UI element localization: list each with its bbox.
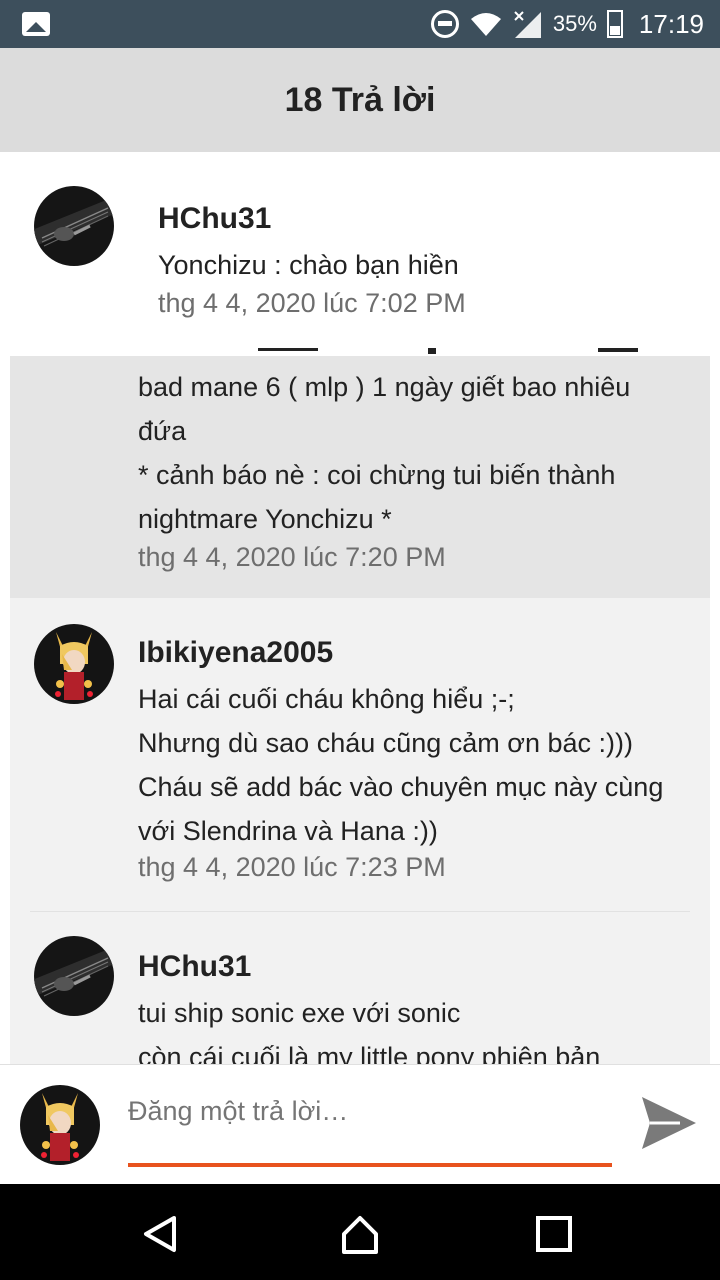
comment-item-highlighted[interactable]: bad mane 6 ( mlp ) 1 ngày giết bao nhiêu…	[10, 348, 710, 598]
comment-author[interactable]: HChu31	[138, 950, 251, 984]
dnd-icon	[430, 10, 459, 38]
comment-text: với Slendrina và Hana :))	[138, 816, 438, 846]
status-bar: 35% 17:19	[0, 0, 720, 48]
comment-time: thg 4 4, 2020 lúc 7:02 PM	[158, 288, 466, 318]
signal-icon	[514, 11, 541, 38]
comment-text: Yonchizu : chào bạn hiền	[158, 250, 459, 280]
clock: 17:19	[638, 8, 704, 39]
clipped-text-line	[138, 348, 658, 358]
comments-list[interactable]: HChu31 Yonchizu : chào bạn hiền thg 4 4,…	[0, 152, 720, 1064]
battery-icon	[606, 10, 623, 38]
comment-text: * cảnh báo nè : coi chừng tui biến thành	[138, 460, 616, 490]
comment-author[interactable]: Ibikiyena2005	[138, 636, 333, 670]
reply-input-underline	[128, 1163, 612, 1167]
comment-text: Cháu sẽ add bác vào chuyên mục này cùng	[138, 772, 664, 802]
navigation-bar	[0, 1184, 720, 1280]
comment-text: Nhưng dù sao cháu cũng cảm ơn bác :)))	[138, 728, 634, 758]
avatar[interactable]	[34, 186, 114, 266]
comment-text: bad mane 6 ( mlp ) 1 ngày giết bao nhiêu	[138, 372, 631, 402]
avatar[interactable]	[34, 624, 114, 704]
avatar[interactable]	[34, 936, 114, 1016]
battery-percent: 35%	[552, 11, 597, 36]
comment-text: đứa	[138, 416, 187, 446]
image-icon	[22, 12, 50, 36]
comment-time: thg 4 4, 2020 lúc 7:20 PM	[138, 542, 446, 572]
user-avatar[interactable]	[20, 1085, 100, 1165]
comment-item[interactable]: HChu31 Yonchizu : chào bạn hiền thg 4 4,…	[0, 152, 720, 356]
comment-item[interactable]: Ibikiyena2005 Hai cái cuối cháu không hi…	[10, 598, 710, 912]
comment-text: còn cái cuối là my little pony phiên bản	[138, 1042, 601, 1064]
back-icon[interactable]	[140, 1214, 180, 1254]
comment-author[interactable]: HChu31	[158, 202, 271, 236]
comment-time: thg 4 4, 2020 lúc 7:23 PM	[138, 852, 446, 882]
comment-text: nightmare Yonchizu *	[138, 504, 392, 534]
page-title: 18 Trả lời	[284, 80, 436, 119]
send-icon[interactable]	[640, 1095, 698, 1151]
home-icon[interactable]	[340, 1214, 380, 1254]
comment-text: tui ship sonic exe với sonic	[138, 998, 461, 1028]
page-header: 18 Trả lời	[0, 48, 720, 152]
reply-bar	[0, 1064, 720, 1184]
comment-text: Hai cái cuối cháu không hiểu ;-;	[138, 684, 515, 714]
reply-input[interactable]	[128, 1089, 612, 1133]
comment-item[interactable]: HChu31 tui ship sonic exe với sonic còn …	[10, 912, 710, 1064]
recents-icon[interactable]	[534, 1214, 574, 1254]
wifi-icon	[470, 13, 501, 36]
